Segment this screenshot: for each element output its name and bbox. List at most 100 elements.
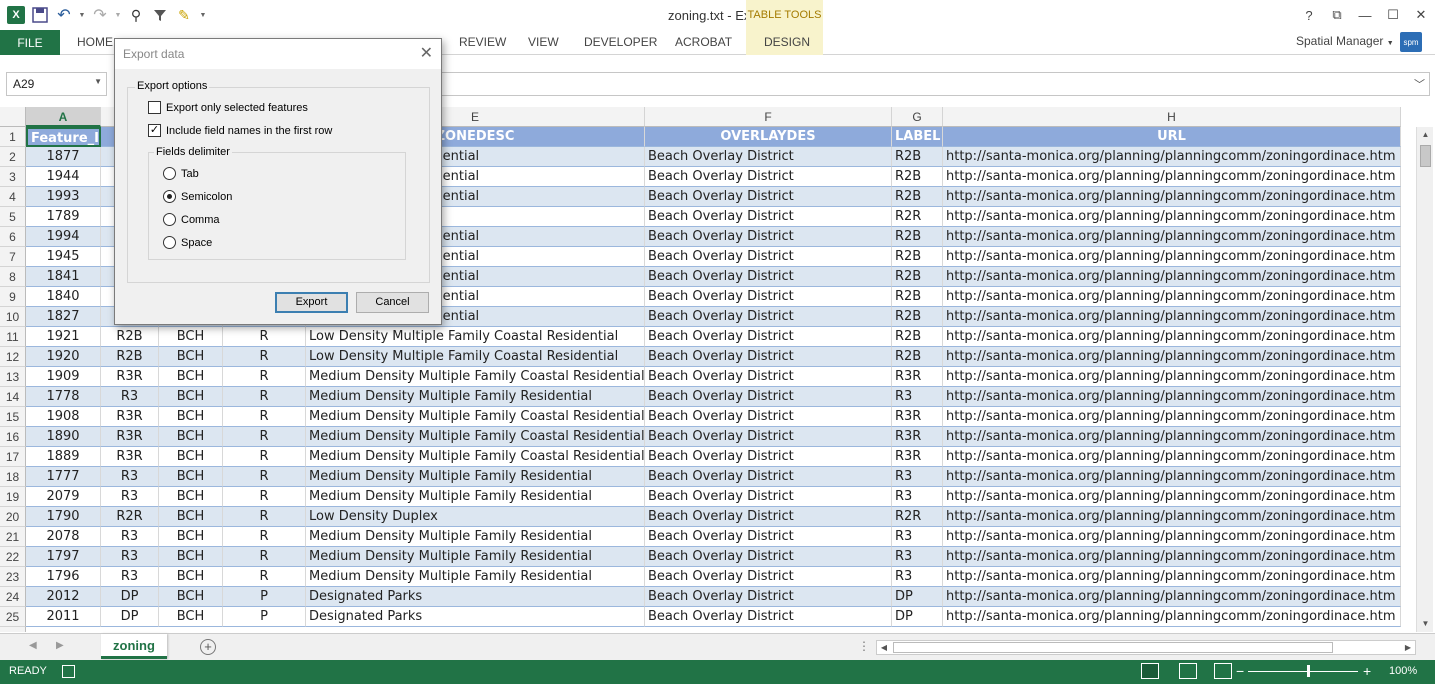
cell-e[interactable]: Medium Density Multiple Family Residenti…	[306, 487, 645, 507]
sheet-prev-icon[interactable]: ◀	[29, 640, 37, 651]
excel-logo-icon[interactable]: X	[6, 5, 26, 25]
cell-c[interactable]: BCH	[159, 367, 223, 387]
cell-f[interactable]: Beach Overlay District	[645, 207, 892, 227]
row-header[interactable]: 19	[0, 487, 26, 507]
tab-acrobat[interactable]: ACROBAT	[675, 35, 732, 49]
cell-b[interactable]: R2R	[101, 507, 159, 527]
cell-c[interactable]: BCH	[159, 387, 223, 407]
delimiter-semicolon-radio[interactable]	[163, 190, 176, 203]
tab-developer[interactable]: DEVELOPER	[584, 35, 657, 49]
cell-a[interactable]: 1993	[26, 187, 101, 207]
cell-f[interactable]: Beach Overlay District	[645, 147, 892, 167]
formula-input[interactable]: ﹀	[440, 72, 1430, 96]
cell-a[interactable]: 1790	[26, 507, 101, 527]
cell-g[interactable]: R2B	[892, 167, 943, 187]
cell-f[interactable]: Beach Overlay District	[645, 567, 892, 587]
tab-design[interactable]: DESIGN	[764, 35, 810, 49]
sheet-tab-zoning[interactable]: zoning	[101, 634, 167, 659]
cell-g[interactable]: R3	[892, 527, 943, 547]
binoculars-icon[interactable]: ⚲	[126, 5, 146, 25]
cell-e[interactable]: Designated Parks	[306, 587, 645, 607]
cell-g[interactable]: R2B	[892, 287, 943, 307]
cell-d[interactable]: R	[223, 547, 306, 567]
cell-a[interactable]: 1778	[26, 387, 101, 407]
horizontal-scroll-thumb[interactable]	[893, 642, 1333, 653]
cell-c[interactable]: BCH	[159, 327, 223, 347]
cell-h[interactable]: http://santa-monica.org/planning/plannin…	[943, 167, 1401, 187]
cell-f[interactable]: Beach Overlay District	[645, 587, 892, 607]
account-name[interactable]: Spatial Manager ▼	[1296, 34, 1394, 48]
row-header[interactable]: 25	[0, 607, 26, 627]
row-header[interactable]: 11	[0, 327, 26, 347]
expand-formula-icon[interactable]: ﹀	[1414, 76, 1425, 92]
ribbon-display-icon[interactable]: ⧉	[1323, 4, 1351, 26]
cell-a[interactable]: 1944	[26, 167, 101, 187]
cell-h[interactable]: http://santa-monica.org/planning/plannin…	[943, 207, 1401, 227]
name-box[interactable]: A29 ▼	[6, 72, 107, 96]
dialog-close-icon[interactable]: ✕	[420, 43, 433, 63]
row-header[interactable]: 23	[0, 567, 26, 587]
row-header[interactable]: 4	[0, 187, 26, 207]
row-header-partial[interactable]	[0, 627, 26, 632]
undo-dropdown-icon[interactable]: ▼	[78, 5, 86, 25]
row-header[interactable]: 22	[0, 547, 26, 567]
cell-d[interactable]: R	[223, 347, 306, 367]
vertical-scroll-thumb[interactable]	[1420, 145, 1431, 167]
cell-d[interactable]: R	[223, 367, 306, 387]
cell-e[interactable]: Medium Density Multiple Family Residenti…	[306, 567, 645, 587]
cell-d[interactable]: R	[223, 567, 306, 587]
cell-e[interactable]: Medium Density Multiple Family Coastal R…	[306, 367, 645, 387]
cell-h[interactable]: http://santa-monica.org/planning/plannin…	[943, 387, 1401, 407]
cell-e[interactable]: Low Density Multiple Family Coastal Resi…	[306, 347, 645, 367]
help-icon[interactable]: ?	[1295, 4, 1323, 26]
row-header[interactable]: 12	[0, 347, 26, 367]
cell-b[interactable]: DP	[101, 607, 159, 627]
cell-g[interactable]: R2B	[892, 307, 943, 327]
delimiter-comma-option[interactable]: Comma	[163, 213, 220, 226]
cell-f[interactable]: Beach Overlay District	[645, 407, 892, 427]
filter-icon[interactable]	[150, 5, 170, 25]
cell-g[interactable]: R2B	[892, 247, 943, 267]
tab-review[interactable]: REVIEW	[459, 35, 506, 49]
cell-a[interactable]: 1796	[26, 567, 101, 587]
row-header[interactable]: 17	[0, 447, 26, 467]
redo-dropdown-icon[interactable]: ▼	[114, 5, 122, 25]
tab-view[interactable]: VIEW	[528, 35, 559, 49]
zoom-out-icon[interactable]: −	[1236, 663, 1244, 679]
cell-a[interactable]: 1827	[26, 307, 101, 327]
cell-f[interactable]: Beach Overlay District	[645, 367, 892, 387]
close-icon[interactable]: ✕	[1407, 4, 1435, 26]
cell-g[interactable]: R2B	[892, 227, 943, 247]
cell-f[interactable]: Beach Overlay District	[645, 527, 892, 547]
name-box-dropdown-icon[interactable]: ▼	[94, 77, 102, 86]
cell-h[interactable]: http://santa-monica.org/planning/plannin…	[943, 287, 1401, 307]
zoom-in-icon[interactable]: +	[1363, 663, 1371, 679]
cell-e[interactable]: Medium Density Multiple Family Coastal R…	[306, 407, 645, 427]
save-icon[interactable]	[30, 5, 50, 25]
cell-d[interactable]: R	[223, 327, 306, 347]
dialog-title-bar[interactable]: Export data ✕	[115, 39, 441, 69]
cell-a[interactable]: 1877	[26, 147, 101, 167]
cell-e[interactable]: Medium Density Multiple Family Residenti…	[306, 467, 645, 487]
macro-record-icon[interactable]	[62, 665, 75, 678]
cell-g[interactable]: R3R	[892, 427, 943, 447]
cell-d[interactable]: R	[223, 407, 306, 427]
cell-g[interactable]: R3	[892, 467, 943, 487]
cell-f[interactable]: Beach Overlay District	[645, 267, 892, 287]
cell-f[interactable]: Beach Overlay District	[645, 487, 892, 507]
cell-c[interactable]: BCH	[159, 587, 223, 607]
cell-a[interactable]: 1777	[26, 467, 101, 487]
export-selected-only-option[interactable]: Export only selected features	[148, 101, 308, 114]
cell-d[interactable]: R	[223, 427, 306, 447]
cell-f[interactable]: Beach Overlay District	[645, 347, 892, 367]
page-layout-view-icon[interactable]	[1179, 663, 1197, 679]
cell-h[interactable]: http://santa-monica.org/planning/plannin…	[943, 567, 1401, 587]
cell-g[interactable]: R3	[892, 547, 943, 567]
row-header[interactable]: 5	[0, 207, 26, 227]
cell-b[interactable]: R2B	[101, 347, 159, 367]
maximize-icon[interactable]: ☐	[1379, 4, 1407, 26]
cell-d[interactable]: P	[223, 587, 306, 607]
cell-a[interactable]: 1840	[26, 287, 101, 307]
column-header-f[interactable]: F	[645, 107, 892, 127]
delimiter-tab-option[interactable]: Tab	[163, 167, 199, 180]
